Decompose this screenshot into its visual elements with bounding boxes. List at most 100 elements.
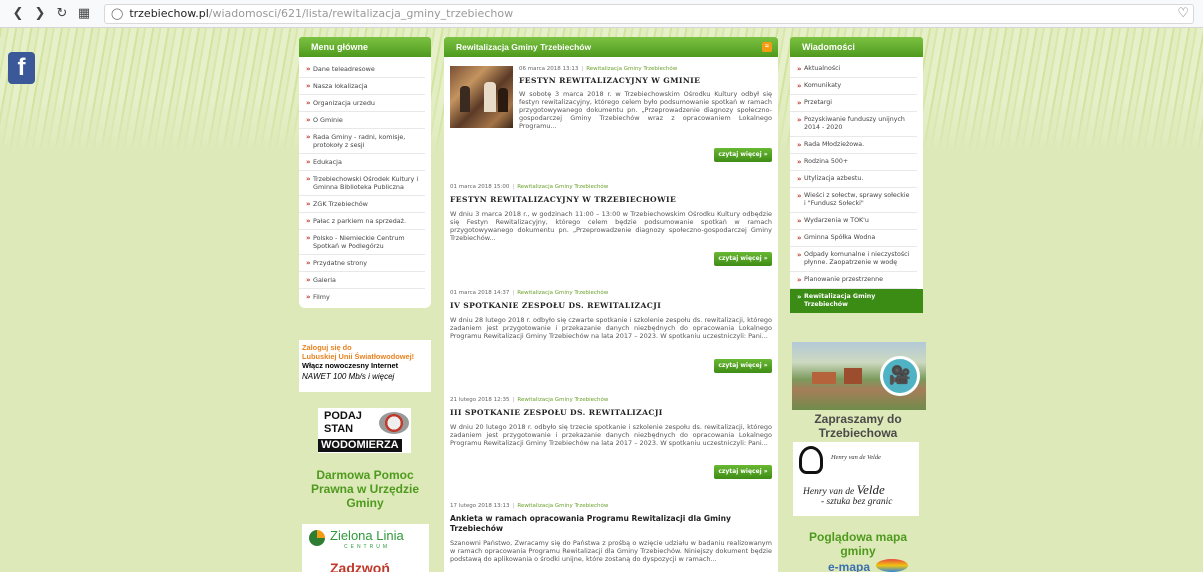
article-title[interactable]: III SPOTKANIE ZESPOŁU DS. REWITALIZACJI bbox=[450, 408, 772, 418]
emapa-logo[interactable]: e-mapa bbox=[828, 560, 870, 572]
menu-item-centrum-spotkan[interactable]: Polsko - Niemieckie Centrum Spotkań w Po… bbox=[299, 230, 425, 255]
emapa-icon bbox=[876, 559, 908, 572]
van-de-velde-banner[interactable]: Henry van de Velde Henry van de Velde - … bbox=[793, 442, 919, 516]
news-menu: Wiadomości Aktualności Komunikaty Przeta… bbox=[790, 37, 923, 313]
zaproszenie-link[interactable]: Zapraszamy do Trzebiechowa bbox=[790, 412, 926, 440]
swiat-line-1: Zaloguj się do bbox=[302, 343, 352, 352]
town-photo-banner[interactable]: 🎥 bbox=[792, 342, 926, 410]
article-excerpt: W sobotę 3 marca 2018 r. w Trzebiechowsk… bbox=[519, 90, 772, 130]
article-category-link[interactable]: Rewitalizacja Gminy Trzebiechów bbox=[517, 397, 608, 403]
thumb-figure bbox=[460, 86, 470, 112]
article-excerpt: W dniu 20 lutego 2018 r. odbyło się trze… bbox=[450, 423, 772, 447]
thumb-figure bbox=[484, 82, 496, 112]
read-more-button[interactable]: czytaj więcej » bbox=[714, 359, 772, 373]
article-card: 01 marca 2018 15:00 | Rewitalizacja Gminy … bbox=[450, 184, 772, 270]
article-meta: 21 lutego 2018 12:35 | Rewitalizacja Gminy… bbox=[450, 397, 772, 404]
pomoc-prawna-link[interactable]: Darmowa Pomoc Prawna w Urzędzie Gminy bbox=[299, 468, 431, 510]
article-date: 21 lutego 2018 12:35 bbox=[450, 397, 510, 403]
menu-item-tok[interactable]: Trzebiechowski Ośrodek Kultury i Gminna … bbox=[299, 171, 425, 196]
heart-icon[interactable]: ♡ bbox=[1177, 6, 1189, 21]
article-excerpt: Szanowni Państwo, Zwracamy się do Państw… bbox=[450, 539, 772, 563]
article-card: 17 lutego 2018 13:13 | Rewitalizacja Gminy… bbox=[450, 503, 772, 572]
mapa-gminy-link[interactable]: Poglądowa mapa gminy bbox=[790, 530, 926, 558]
news-item-planowanie[interactable]: Planowanie przestrzenne bbox=[790, 272, 917, 289]
article-meta: 01 marca 2018 14:37 | Rewitalizacja Gminy … bbox=[450, 290, 772, 297]
news-item-fundusze[interactable]: Pozyskiwanie funduszy unijnych 2014 - 20… bbox=[790, 112, 917, 137]
forward-icon[interactable]: ❯ bbox=[32, 6, 48, 22]
roof-shape bbox=[812, 372, 836, 384]
meta-separator: | bbox=[512, 290, 515, 296]
browser-toolbar: ❮ ❯ ↻ ▦ ◯ trzebiechow.pl/wiadomosci/621/… bbox=[0, 0, 1203, 28]
address-bar[interactable]: ◯ trzebiechow.pl/wiadomosci/621/lista/re… bbox=[104, 3, 1194, 24]
menu-item-lokalizacja[interactable]: Nasza lokalizacja bbox=[299, 78, 425, 95]
velde-logo-icon bbox=[799, 446, 823, 474]
facebook-icon[interactable]: f bbox=[8, 52, 35, 84]
news-menu-list: Aktualności Komunikaty Przetargi Pozyski… bbox=[790, 57, 923, 313]
zielona-linia-title: Zielona Linia bbox=[330, 528, 404, 543]
url-domain: trzebiechow.pl bbox=[129, 7, 209, 20]
article-date: 06 marca 2018 13:13 bbox=[519, 66, 579, 72]
news-item-odpady[interactable]: Odpady komunalne i nieczystości płynne. … bbox=[790, 247, 917, 272]
read-more-button[interactable]: czytaj więcej » bbox=[714, 252, 772, 266]
news-item-tok[interactable]: Wydarzenia w TOK'u bbox=[790, 213, 917, 230]
main-menu-list: Dane teleadresowe Nasza lokalizacja Orga… bbox=[299, 57, 431, 308]
article-title[interactable]: IV SPOTKANIE ZESPOŁU DS. REWITALIZACJI bbox=[450, 301, 772, 311]
read-more-button[interactable]: czytaj więcej » bbox=[714, 148, 772, 162]
swiat-line-2: Lubuskiej Unii Światłowodowej! bbox=[302, 352, 415, 361]
menu-item-palac[interactable]: Pałac z parkiem na sprzedaż. bbox=[299, 213, 425, 230]
velde-name-a: Henry van de bbox=[803, 487, 857, 497]
swiatlowod-banner[interactable]: Zaloguj się do Lubuskiej Unii Światłowod… bbox=[299, 340, 431, 392]
globe-icon: ◯ bbox=[111, 7, 124, 20]
grid-icon[interactable]: ▦ bbox=[76, 6, 92, 22]
menu-item-przydatne[interactable]: Przydatne strony bbox=[299, 255, 425, 272]
article-category-link[interactable]: Rewitalizacja Gminy Trzebiechów bbox=[586, 66, 677, 72]
menu-item-filmy[interactable]: Filmy bbox=[299, 289, 425, 305]
article-category-link[interactable]: Rewitalizacja Gminy Trzebiechów bbox=[517, 184, 608, 190]
url-path: /wiadomosci/621/lista/rewitalizacja_gmin… bbox=[208, 7, 514, 20]
article-excerpt: W dniu 3 marca 2018 r., w godzinach 11:0… bbox=[450, 210, 772, 242]
article-category-link[interactable]: Rewitalizacja Gminy Trzebiechów bbox=[517, 290, 608, 296]
video-camera-icon: 🎥 bbox=[880, 356, 920, 396]
article-title[interactable]: Ankieta w ramach opracowania Programu Re… bbox=[450, 514, 772, 534]
article-category-link[interactable]: Rewitalizacja Gminy Trzebiechów bbox=[517, 503, 608, 509]
news-item-komunikaty[interactable]: Komunikaty bbox=[790, 78, 917, 95]
menu-item-zgk[interactable]: ZGK Trzebiechów bbox=[299, 196, 425, 213]
wodo-line-3: WODOMIERZA bbox=[318, 439, 402, 452]
meta-separator: | bbox=[512, 503, 515, 509]
menu-item-o-gminie[interactable]: O Gminie bbox=[299, 112, 425, 129]
swiat-line-4: NAWET 100 Mb/s i więcej bbox=[302, 372, 395, 381]
news-item-rewitalizacja[interactable]: Rewitalizacja Gminy Trzebiechów bbox=[790, 289, 923, 313]
news-item-rada-mlodziezowa[interactable]: Rada Młodzieżowa. bbox=[790, 137, 917, 154]
menu-item-galeria[interactable]: Galeria bbox=[299, 272, 425, 289]
menu-item-dane[interactable]: Dane teleadresowe bbox=[299, 61, 425, 78]
news-item-przetargi[interactable]: Przetargi bbox=[790, 95, 917, 112]
back-icon[interactable]: ❮ bbox=[10, 6, 26, 22]
velde-name: Henry van de Velde bbox=[803, 482, 885, 498]
news-panel: Rewitalizacja Gminy Trzebiechów ≈ 06 mar… bbox=[444, 37, 778, 572]
velde-signature: Henry van de Velde bbox=[831, 454, 881, 461]
article-meta: 17 lutego 2018 13:13 | Rewitalizacja Gminy… bbox=[450, 503, 772, 510]
wodomierz-banner[interactable]: PODAJ STAN WODOMIERZA bbox=[318, 408, 411, 453]
news-item-aktualnosci[interactable]: Aktualności bbox=[790, 61, 917, 78]
zielona-linia-banner[interactable]: Zielona Linia CENTRUM Zadzwoń bbox=[302, 524, 429, 572]
news-item-rodzina[interactable]: Rodzina 500+ bbox=[790, 154, 917, 171]
rss-icon[interactable]: ≈ bbox=[762, 42, 772, 52]
article-date: 01 marca 2018 15:00 bbox=[450, 184, 510, 190]
article-thumbnail[interactable] bbox=[450, 66, 513, 128]
thumb-figure bbox=[498, 88, 508, 112]
read-more-button[interactable]: czytaj więcej » bbox=[714, 465, 772, 479]
article-title[interactable]: FESTYN REWITALIZACYJNY W TRZEBIECHOWIE bbox=[450, 195, 772, 205]
menu-item-organizacja[interactable]: Organizacja urzedu bbox=[299, 95, 425, 112]
news-item-spolka-wodna[interactable]: Gminna Spółka Wodna bbox=[790, 230, 917, 247]
news-item-solectwa[interactable]: Wieści z sołectw, sprawy sołeckie i "Fun… bbox=[790, 188, 917, 213]
article-title[interactable]: FESTYN REWITALIZACYJNY W GMINIE bbox=[519, 76, 772, 86]
velde-subtitle: - sztuka bez granic bbox=[821, 497, 893, 507]
menu-item-rada-gminy[interactable]: Rada Gminy - radni, komisje, protokoły z… bbox=[299, 129, 425, 154]
news-panel-title-text: Rewitalizacja Gminy Trzebiechów bbox=[456, 42, 592, 52]
article-date: 17 lutego 2018 13:13 bbox=[450, 503, 510, 509]
reload-icon[interactable]: ↻ bbox=[54, 6, 70, 22]
menu-item-edukacja[interactable]: Edukacja bbox=[299, 154, 425, 171]
article-date: 01 marca 2018 14:37 bbox=[450, 290, 510, 296]
news-item-azbest[interactable]: Utylizacja azbestu. bbox=[790, 171, 917, 188]
meta-separator: | bbox=[512, 397, 515, 403]
